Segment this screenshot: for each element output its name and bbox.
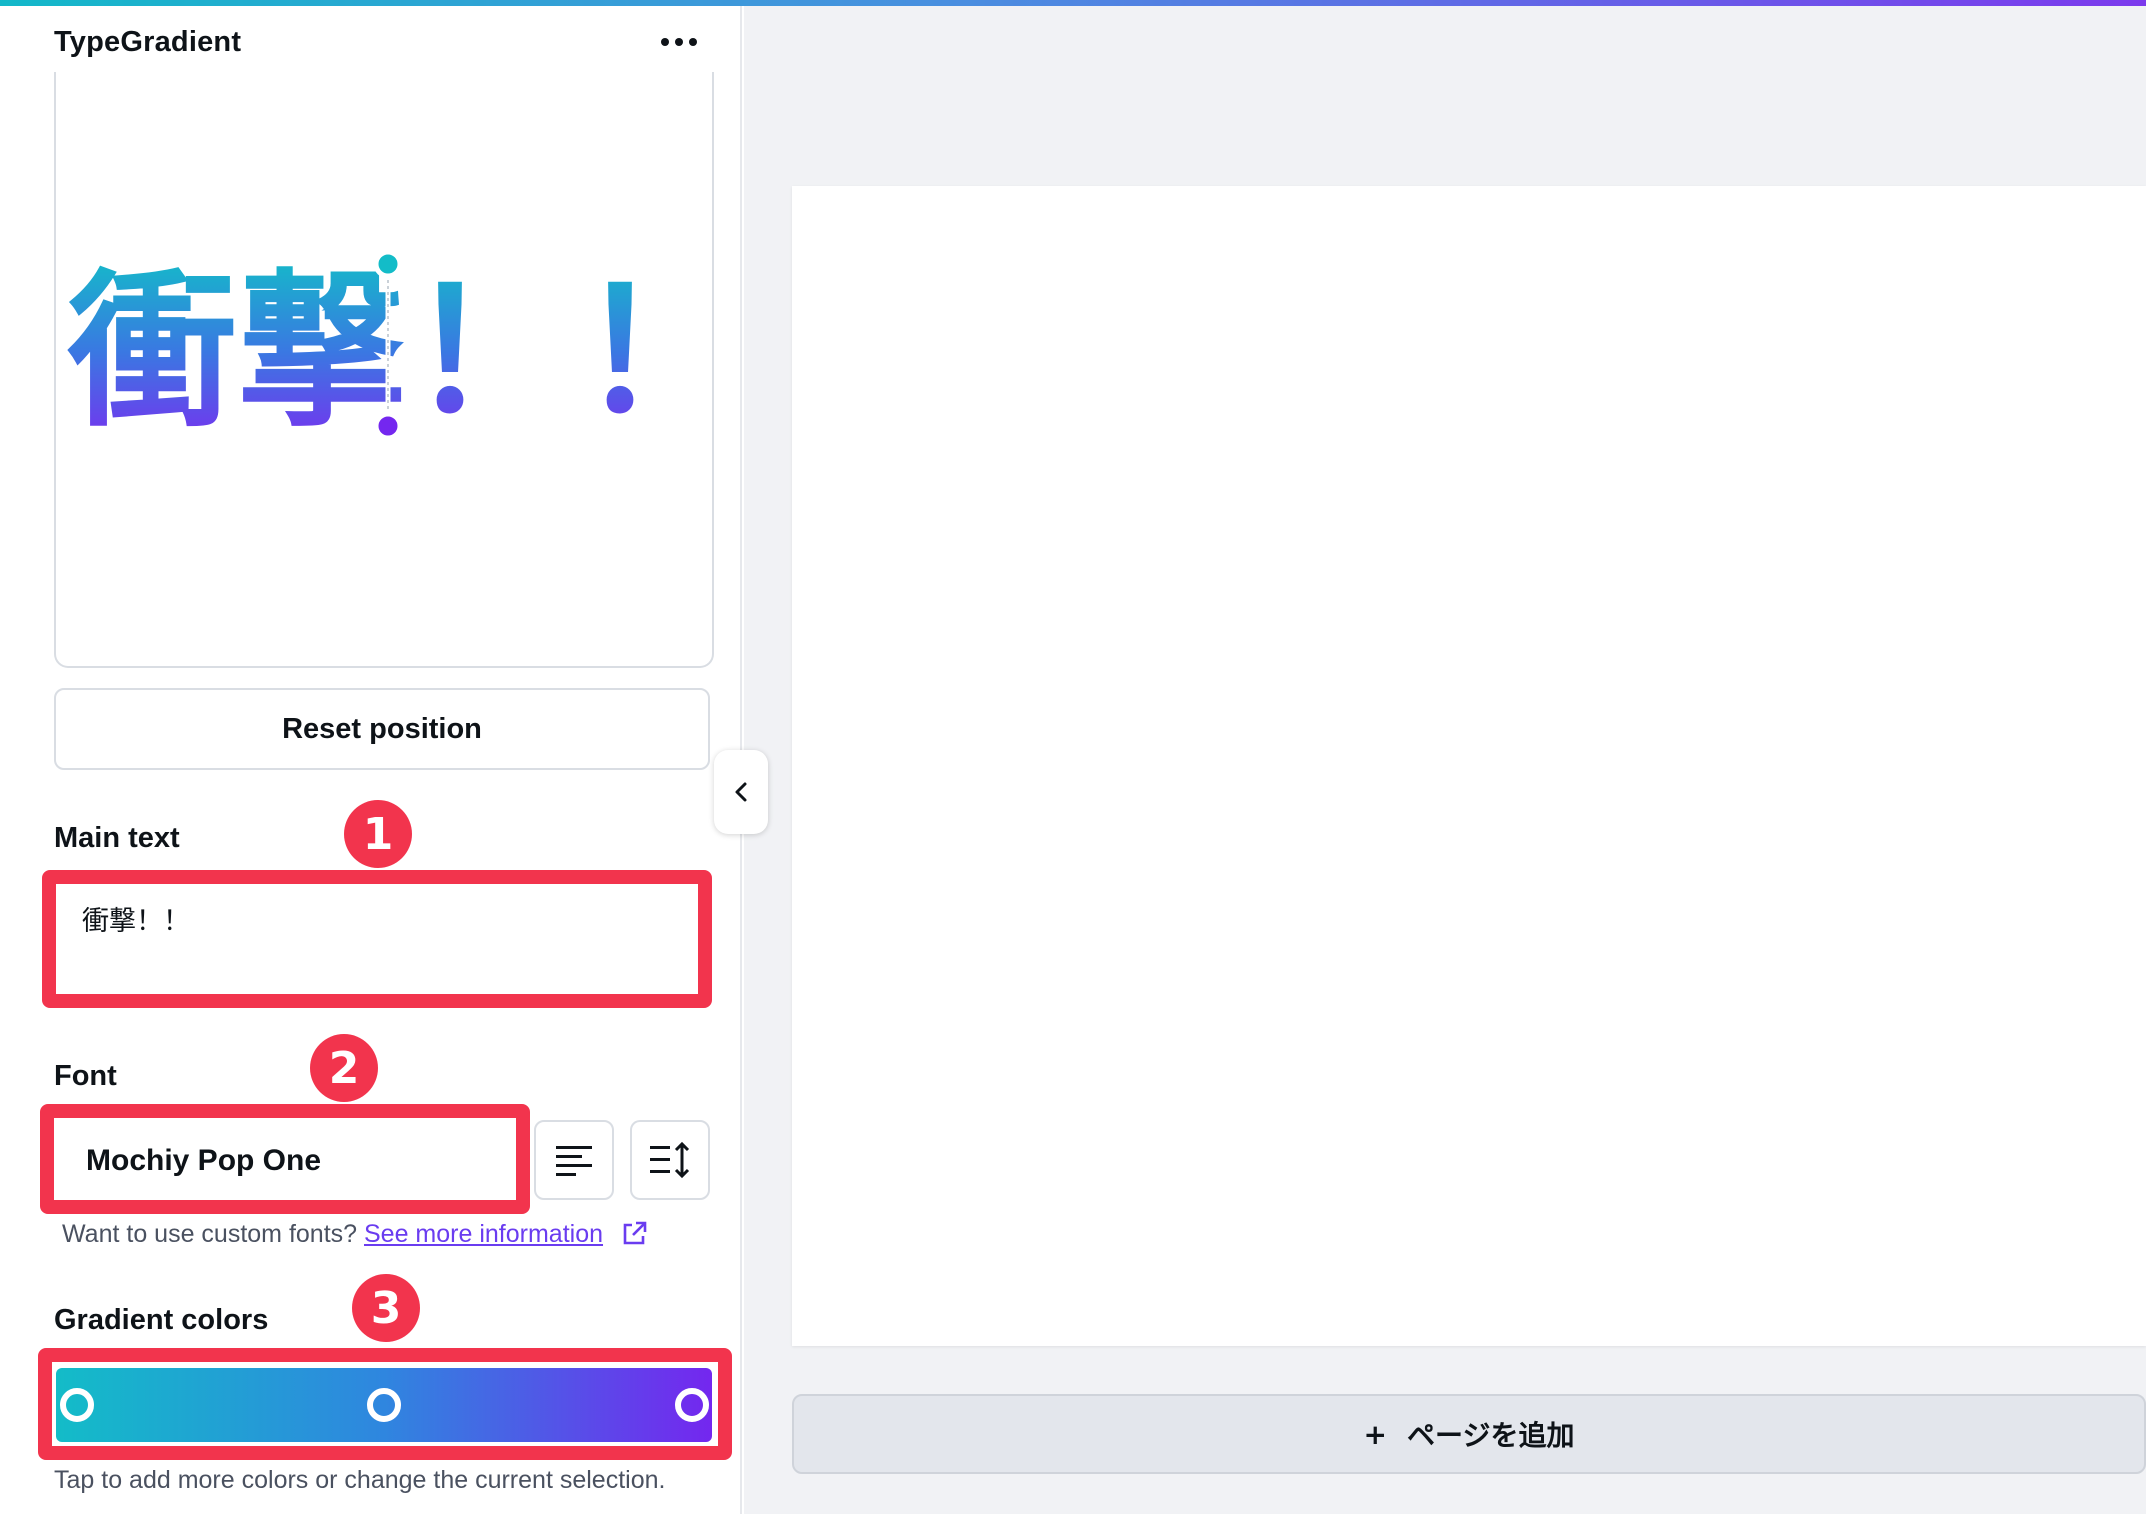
- gradient-stop-start[interactable]: [60, 1388, 94, 1422]
- gradient-stop-middle[interactable]: [367, 1388, 401, 1422]
- step-badge-3: 3: [352, 1274, 420, 1342]
- text-preview[interactable]: 衝撃！！: [54, 72, 714, 668]
- external-link-icon[interactable]: [620, 1220, 648, 1255]
- font-select-value: Mochiy Pop One: [86, 1144, 322, 1177]
- gradient-handle-bottom[interactable]: [373, 411, 403, 441]
- design-page[interactable]: [792, 186, 2146, 1346]
- gradient-help-text: Tap to add more colors or change the cur…: [54, 1466, 666, 1494]
- dot-icon: [689, 38, 697, 46]
- panel-title: TypeGradient: [54, 26, 242, 58]
- add-page-button[interactable]: + ページを追加: [792, 1394, 2146, 1474]
- gradient-handle-top[interactable]: [373, 249, 403, 279]
- app-panel: TypeGradient 衝撃！！ Reset position Main te…: [0, 6, 742, 1514]
- custom-font-help: Want to use custom fonts? See more infor…: [62, 1220, 648, 1255]
- collapse-panel-button[interactable]: [714, 750, 768, 834]
- gradient-colors-label: Gradient colors: [54, 1304, 269, 1336]
- chevron-left-icon: [735, 782, 747, 802]
- step-badge-1: 1: [344, 800, 412, 868]
- align-left-icon: [556, 1146, 592, 1176]
- plus-icon: +: [1363, 1417, 1387, 1451]
- line-spacing-button[interactable]: [630, 1120, 710, 1200]
- line-spacing-icon: [650, 1141, 690, 1179]
- preview-svg: 衝撃！！: [67, 249, 712, 450]
- more-options-button[interactable]: [652, 24, 706, 60]
- dot-icon: [661, 38, 669, 46]
- gradient-stop-end[interactable]: [675, 1388, 709, 1422]
- step-badge-2: 2: [310, 1034, 378, 1102]
- main-text-input[interactable]: 衝撃！！: [62, 892, 692, 990]
- text-align-button[interactable]: [534, 1120, 614, 1200]
- dot-icon: [675, 38, 683, 46]
- font-label: Font: [54, 1060, 117, 1092]
- see-more-information-link[interactable]: See more information: [364, 1220, 603, 1248]
- add-page-label: ページを追加: [1407, 1419, 1575, 1452]
- font-select[interactable]: Mochiy Pop One: [60, 1126, 508, 1196]
- reset-position-button[interactable]: Reset position: [54, 688, 710, 770]
- main-text-label: Main text: [54, 822, 180, 854]
- custom-font-help-text: Want to use custom fonts?: [62, 1220, 358, 1248]
